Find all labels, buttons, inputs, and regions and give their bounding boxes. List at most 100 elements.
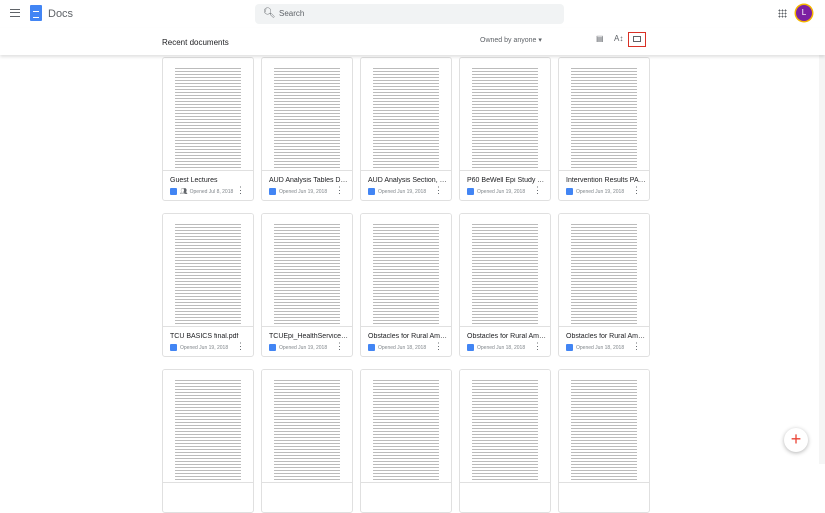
opened-date: Opened Jun 19, 2018 [279, 188, 328, 195]
document-name: Obstacles for Rural Amer... [566, 333, 646, 340]
folder-icon [633, 36, 641, 42]
document-card[interactable]: Obstacles for Rural Amer... Opened Jun 18… [459, 213, 551, 357]
more-options-icon[interactable]: ⋮ [236, 341, 245, 352]
more-options-icon[interactable]: ⋮ [632, 185, 641, 196]
search-placeholder: Search [279, 9, 305, 18]
more-options-icon[interactable]: ⋮ [434, 341, 443, 352]
page-preview [472, 66, 538, 170]
docs-file-icon [467, 188, 474, 195]
page-preview [373, 222, 439, 326]
more-options-icon[interactable]: ⋮ [434, 185, 443, 196]
document-card[interactable] [261, 369, 353, 513]
opened-date: Opened Jun 19, 2018 [576, 188, 625, 195]
document-card[interactable]: Intervention Results PAR... Opened Jun 19… [558, 57, 650, 201]
docs-file-icon [368, 188, 375, 195]
document-thumbnail [559, 370, 649, 483]
google-apps-icon[interactable] [778, 9, 787, 18]
document-thumbnail [163, 370, 253, 483]
page-preview [175, 66, 241, 170]
sort-icon[interactable]: A↕ [614, 34, 623, 43]
more-options-icon[interactable]: ⋮ [533, 341, 542, 352]
owner-filter-label: Owned by anyone [480, 37, 537, 44]
opened-date: Opened Jun 19, 2018 [477, 188, 526, 195]
opened-date: Opened Jun 19, 2018 [279, 344, 328, 351]
app-header: Docs 🔍︎ Search L [0, 0, 825, 28]
document-name: Guest Lectures [170, 177, 218, 184]
document-name: AUD Analysis Section, SR... [368, 177, 448, 184]
opened-date: Opened Jun 18, 2018 [576, 344, 625, 351]
document-card[interactable] [162, 369, 254, 513]
document-thumbnail [361, 58, 451, 171]
page-preview [274, 222, 340, 326]
documents-toolbar: Recent documents Owned by anyone ▾ ▤ A↕ [0, 28, 825, 55]
document-name: Obstacles for Rural Amer... [467, 333, 547, 340]
document-thumbnail [361, 214, 451, 327]
document-card[interactable]: TCU BASICS final.pdf Opened Jun 19, 2018 ⋮ [162, 213, 254, 357]
docs-file-icon [566, 344, 573, 351]
page-preview [571, 66, 637, 170]
search-input[interactable]: 🔍︎ Search [255, 4, 564, 24]
document-card[interactable] [558, 369, 650, 513]
page-preview [571, 222, 637, 326]
document-card[interactable] [459, 369, 551, 513]
document-card[interactable]: AUD Analysis Section, SR... Opened Jun 19… [360, 57, 452, 201]
document-card[interactable]: Obstacles for Rural Amer... Opened Jun 18… [360, 213, 452, 357]
document-name: TCU BASICS final.pdf [170, 333, 239, 340]
document-thumbnail [163, 214, 253, 327]
shared-icon: 👥︎ [180, 189, 188, 195]
page-preview [373, 378, 439, 482]
document-card[interactable]: P60 BeWell Epi Study TC... Opened Jun 19,… [459, 57, 551, 201]
page-preview [472, 222, 538, 326]
app-name[interactable]: Docs [48, 8, 73, 20]
open-file-picker-button[interactable] [628, 32, 646, 47]
search-icon: 🔍︎ [263, 8, 276, 19]
more-options-icon[interactable]: ⋮ [335, 185, 344, 196]
document-card[interactable]: AUD Analysis Tables Draf... Opened Jun 19… [261, 57, 353, 201]
page-preview [274, 66, 340, 170]
more-options-icon[interactable]: ⋮ [533, 185, 542, 196]
scrollbar[interactable] [819, 55, 825, 464]
document-thumbnail [559, 58, 649, 171]
page-preview [472, 378, 538, 482]
docs-logo-icon[interactable] [30, 5, 42, 21]
documents-grid: Guest Lectures 👥︎ Opened Jul 8, 2018 ⋮ AUD A… [162, 57, 650, 513]
document-thumbnail [163, 58, 253, 171]
opened-date: Opened Jun 18, 2018 [378, 344, 427, 351]
page-preview [373, 66, 439, 170]
document-thumbnail [460, 58, 550, 171]
docs-file-icon [170, 344, 177, 351]
page-preview [175, 222, 241, 326]
docs-file-icon [170, 188, 177, 195]
document-name: Intervention Results PAR... [566, 177, 646, 184]
document-card[interactable] [360, 369, 452, 513]
document-thumbnail [559, 214, 649, 327]
page-preview [571, 378, 637, 482]
docs-file-icon [269, 344, 276, 351]
document-card[interactable]: Obstacles for Rural Amer... Opened Jun 18… [558, 213, 650, 357]
avatar[interactable]: L [796, 5, 812, 21]
page-preview [175, 378, 241, 482]
more-options-icon[interactable]: ⋮ [236, 185, 245, 196]
document-name: AUD Analysis Tables Draf... [269, 177, 349, 184]
page-title: Recent documents [162, 38, 229, 47]
more-options-icon[interactable]: ⋮ [335, 341, 344, 352]
document-card[interactable]: TCUEpi_HealthServiceUti... Opened Jun 19,… [261, 213, 353, 357]
document-thumbnail [262, 214, 352, 327]
list-view-icon[interactable]: ▤ [596, 34, 604, 43]
docs-file-icon [368, 344, 375, 351]
docs-file-icon [566, 188, 573, 195]
document-name: TCUEpi_HealthServiceUti... [269, 333, 349, 340]
new-document-button[interactable]: + [784, 428, 808, 452]
more-options-icon[interactable]: ⋮ [632, 341, 641, 352]
document-name: P60 BeWell Epi Study TC... [467, 177, 547, 184]
docs-file-icon [269, 188, 276, 195]
owner-filter-dropdown[interactable]: Owned by anyone ▾ [480, 36, 542, 44]
docs-file-icon [467, 344, 474, 351]
document-name: Obstacles for Rural Amer... [368, 333, 448, 340]
opened-date: Opened Jul 8, 2018 [189, 188, 234, 195]
main-menu-icon[interactable] [10, 9, 20, 17]
opened-date: Opened Jun 18, 2018 [477, 344, 526, 351]
opened-date: Opened Jun 19, 2018 [378, 188, 427, 195]
document-thumbnail [460, 370, 550, 483]
document-card[interactable]: Guest Lectures 👥︎ Opened Jul 8, 2018 ⋮ [162, 57, 254, 201]
